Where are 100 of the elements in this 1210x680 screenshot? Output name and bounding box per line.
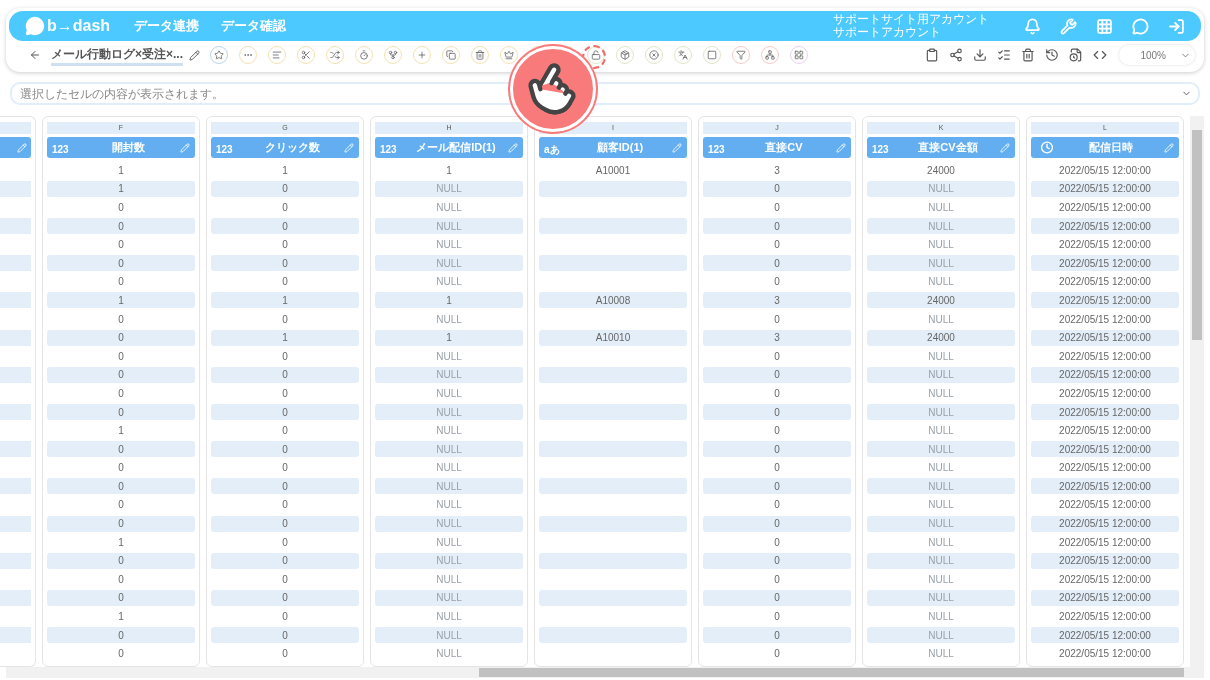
table-cell-text: 0 xyxy=(281,275,289,290)
table-cell: 0 xyxy=(703,515,851,532)
table-cell: 0 xyxy=(211,589,359,606)
nav-link[interactable]: データ確認 xyxy=(221,16,287,36)
table-cell: 0 xyxy=(703,627,851,644)
table-cell: 2022/05/15 12:00:00 xyxy=(1031,552,1179,569)
table-cell: NULL xyxy=(375,515,523,532)
table-cell-text: NULL xyxy=(435,498,463,513)
table-cell-text: 0 xyxy=(117,238,125,253)
table-cell: 0 xyxy=(703,255,851,272)
table-cell: 1 xyxy=(47,292,195,309)
cell-content-field[interactable]: 選択したセルの内容が表示されます。 xyxy=(10,82,1200,105)
table-cell: NULL xyxy=(375,404,523,420)
table-cell: 1 xyxy=(375,292,523,309)
share-icon[interactable] xyxy=(949,48,963,62)
column-header[interactable]: 123 直接CV xyxy=(703,137,851,158)
back-icon[interactable] xyxy=(29,49,41,61)
zoom-select[interactable]: 100% xyxy=(1119,45,1195,65)
table-cell: 0 xyxy=(211,366,359,383)
table-cell: NULL xyxy=(867,627,1015,644)
table-cell-text: 0 xyxy=(281,535,289,550)
nav-link[interactable]: データ連携 xyxy=(134,16,200,36)
vertical-scrollbar[interactable] xyxy=(1190,116,1204,667)
horizontal-scrollbar[interactable] xyxy=(6,667,1204,678)
history-icon[interactable] xyxy=(1045,48,1059,62)
table-cell: A10010 xyxy=(539,329,687,346)
column-header[interactable]: aあ 顧客ID(1) xyxy=(539,137,687,158)
scrollbar-thumb[interactable] xyxy=(479,668,1184,677)
column-header[interactable]: 123 開封数 xyxy=(47,137,195,158)
column-header[interactable]: 123 メール配信ID(1) xyxy=(375,137,523,158)
table-cell-text: 1 xyxy=(281,163,289,178)
file-icon[interactable] xyxy=(1069,48,1083,62)
column-header[interactable]: 123 クリック数 xyxy=(211,137,359,158)
type-label: 123 xyxy=(708,143,725,155)
empty-cell xyxy=(0,515,31,532)
wrench-icon[interactable] xyxy=(1060,17,1077,35)
scrollbar-thumb[interactable] xyxy=(1192,130,1202,340)
table-cell-text: 0 xyxy=(281,424,289,439)
table-cell: 1 xyxy=(375,329,523,346)
table-cell: 2022/05/15 12:00:00 xyxy=(1031,404,1179,420)
table-cell: 0 xyxy=(47,329,195,346)
table-cell-text: 0 xyxy=(281,498,289,513)
table-cell: 2022/05/15 12:00:00 xyxy=(1031,366,1179,383)
table-cell: NULL xyxy=(375,478,523,495)
empty-cell xyxy=(0,366,31,383)
table-cell-text: 2022/05/15 12:00:00 xyxy=(1058,349,1152,364)
table-cell-text: 2022/05/15 12:00:00 xyxy=(1058,461,1152,476)
table-cell: 2022/05/15 12:00:00 xyxy=(1031,329,1179,346)
table-cell-text: NULL xyxy=(927,572,955,587)
empty-cell xyxy=(0,218,31,235)
chat-icon[interactable] xyxy=(1132,17,1149,35)
table-cell: 0 xyxy=(47,441,195,458)
table-cell-text: NULL xyxy=(927,275,955,290)
edit-icon[interactable] xyxy=(189,49,201,61)
table-cell-text: 1 xyxy=(445,163,453,178)
column-name: 直接CV xyxy=(764,140,804,156)
table-cell-text: 0 xyxy=(281,572,289,587)
table-cell-text: 0 xyxy=(281,201,289,215)
table-cell: 0 xyxy=(47,552,195,569)
table-cell: 0 xyxy=(47,627,195,644)
table-cell-text: 0 xyxy=(117,647,125,662)
clipboard-icon[interactable] xyxy=(925,48,939,62)
trash-icon[interactable] xyxy=(1021,48,1035,62)
table-cell-text: 2022/05/15 12:00:00 xyxy=(1058,386,1152,401)
account-site: サポートサイト用アカウント xyxy=(833,13,989,26)
column-header[interactable]: 配信日時 xyxy=(1031,137,1179,158)
table-cell: 24000 xyxy=(867,292,1015,309)
table-cell-text: NULL xyxy=(927,386,955,401)
table-cell-text: 0 xyxy=(281,238,289,253)
table-cell: 2022/05/15 12:00:00 xyxy=(1031,627,1179,644)
table-cell-text: 2022/05/15 12:00:00 xyxy=(1058,610,1152,625)
code-icon[interactable] xyxy=(1093,48,1107,62)
table-cell: 24000 xyxy=(867,329,1015,346)
table-cell-text: 0 xyxy=(773,572,781,587)
table-cell-text: NULL xyxy=(435,312,463,327)
table-cell: NULL xyxy=(867,404,1015,420)
table-cell-text: 0 xyxy=(281,349,289,364)
table-cell-text: 0 xyxy=(281,461,289,476)
logo-text: b→dash xyxy=(47,16,111,36)
download-icon[interactable] xyxy=(973,48,987,62)
sheet-title: メール行動ログ×受注×... xyxy=(51,44,184,66)
table-cell-text: NULL xyxy=(927,424,955,439)
list-icon[interactable] xyxy=(997,48,1011,62)
table-cell: 2022/05/15 12:00:00 xyxy=(1031,478,1179,495)
table-cell-text: NULL xyxy=(435,647,463,662)
table-cell-text: 2022/05/15 12:00:00 xyxy=(1058,572,1152,587)
empty-cell xyxy=(0,329,31,346)
table-cell-text: 2022/05/15 12:00:00 xyxy=(1058,498,1152,513)
table-cell: 0 xyxy=(47,478,195,495)
bell-icon[interactable] xyxy=(1024,17,1041,35)
empty-cell xyxy=(0,478,31,495)
type-label: 123 xyxy=(52,143,69,155)
table-cell: 0 xyxy=(211,552,359,569)
type-label: aあ xyxy=(544,143,560,155)
column-header[interactable]: 123 直接CV金額 xyxy=(867,137,1015,158)
table-cell: NULL xyxy=(867,515,1015,532)
table-cell-text: NULL xyxy=(435,424,463,439)
table-cell: NULL xyxy=(867,366,1015,383)
table-cell-text: 0 xyxy=(773,647,781,662)
login-icon[interactable] xyxy=(1168,17,1185,35)
